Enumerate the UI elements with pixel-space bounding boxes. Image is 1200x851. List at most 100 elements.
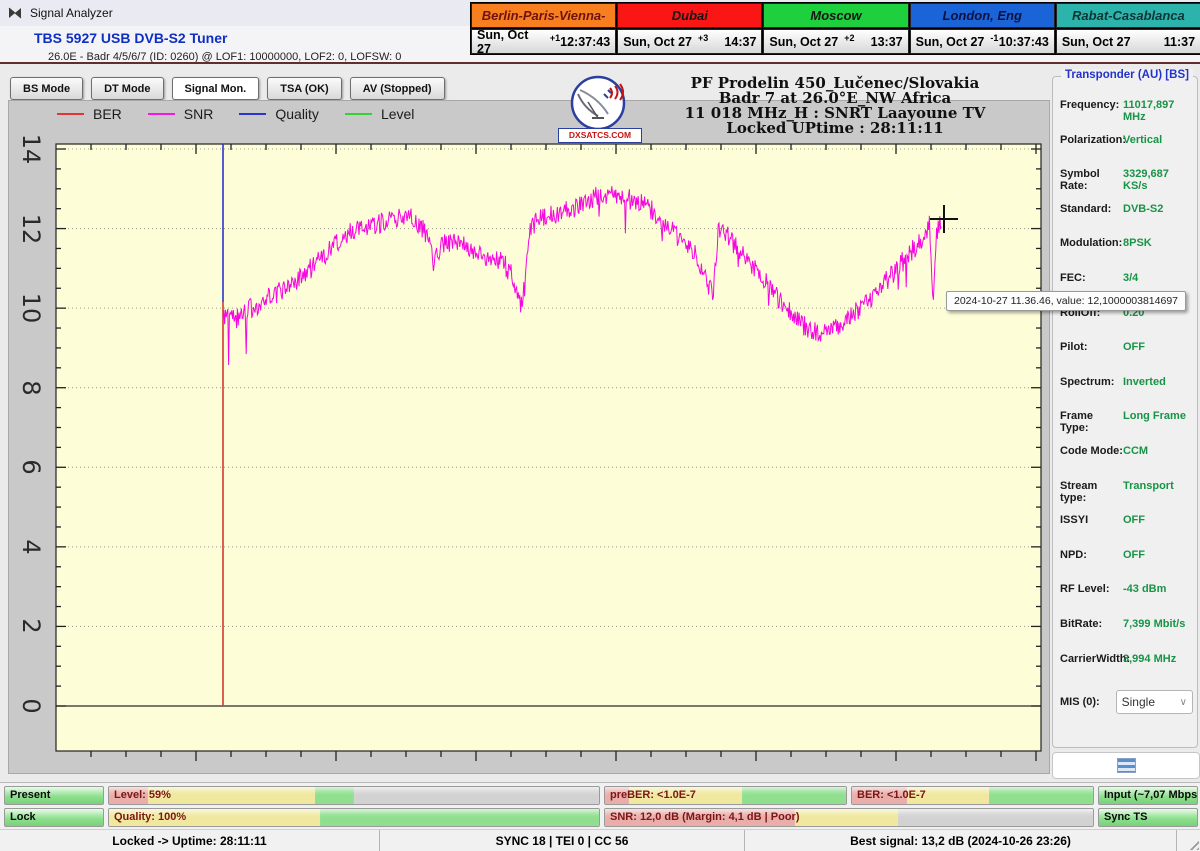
y-axis-tick-label: 6: [16, 451, 46, 483]
status-segment-text: SYNC 18 | TEI 0 | CC 56: [496, 834, 629, 848]
clock-time-cell: Sun, Oct 27 +1 12:37:43: [471, 29, 616, 54]
world-clocks: Berlin-Paris-Vienna-Roma Sun, Oct 27 +1 …: [470, 2, 1200, 55]
tab-button[interactable]: Signal Mon.: [172, 77, 260, 100]
transponder-row: Polarization: Vertical: [1060, 134, 1193, 169]
clock-utc-offset: +1: [550, 33, 560, 43]
meter-bar: BER: <1.0E-7: [851, 786, 1094, 805]
meter-label: preBER: <1.0E-7: [610, 789, 696, 801]
chart-header-line: Locked UPtime : 28:11:11: [610, 121, 1060, 136]
transponder-row-label: Pilot:: [1060, 341, 1123, 353]
transponder-row-label: RF Level:: [1060, 583, 1123, 595]
transponder-panel: Transponder (AU) [BS] Frequency: 11017,8…: [1052, 76, 1198, 748]
meter-label: Quality: 100%: [114, 811, 186, 823]
clock: Rabat-Casablanca Sun, Oct 27 11:37: [1056, 3, 1200, 54]
meter-segment: [320, 809, 599, 826]
dxsatcs-logo-icon: [564, 74, 634, 136]
transponder-row: BitRate: 7,399 Mbit/s: [1060, 618, 1193, 653]
transponder-row: NPD: OFF: [1060, 549, 1193, 584]
chart-tooltip: 2024-10-27 11.36.46, value: 12,100000381…: [946, 291, 1186, 311]
plot-canvas[interactable]: [9, 101, 1049, 773]
meter-label: Level: 59%: [114, 789, 171, 801]
transponder-row: Frame Type: Long Frame: [1060, 410, 1193, 445]
transponder-row-label: Symbol Rate:: [1060, 168, 1123, 192]
y-axis-tick-label: 12: [16, 213, 46, 245]
chart-legend: BER SNR Quality Level: [57, 106, 414, 122]
transponder-row: Standard: DVB-S2: [1060, 203, 1193, 238]
clock: London, Eng Sun, Oct 27 -1 10:37:43: [910, 3, 1055, 54]
transponder-row: RF Level: -43 dBm: [1060, 583, 1193, 618]
transponder-rows: Frequency: 11017,897 MHz Polarization: V…: [1060, 99, 1193, 717]
badge-label: Present: [10, 789, 50, 801]
mode-tabs: BS Mode DT Mode Signal Mon. TSA (OK) AV …: [10, 77, 445, 100]
meter-bar: Level: 59%: [108, 786, 600, 805]
transponder-row: Frequency: 11017,897 MHz: [1060, 99, 1193, 134]
clock-date: Sun, Oct 27: [916, 35, 985, 49]
transponder-row-label: NPD:: [1060, 549, 1123, 561]
clock-date: Sun, Oct 27: [769, 35, 838, 49]
legend-line-swatch: [345, 113, 372, 115]
transponder-row-value: 3/4: [1123, 272, 1193, 284]
clock-utc-offset: +2: [844, 33, 870, 43]
clock-time-cell: Sun, Oct 27 11:37: [1056, 29, 1200, 54]
transponder-row-value: 3,994 MHz: [1123, 653, 1193, 665]
status-badge: Lock: [4, 808, 104, 827]
stream-list-button[interactable]: [1052, 752, 1200, 779]
transponder-row-value: Long Frame: [1123, 410, 1193, 422]
meter-row: Present Level: 59% preBER: <1.0E-7 BER: <1.…: [0, 786, 1198, 805]
mis-label: MIS (0):: [1060, 696, 1116, 708]
meter-bar: Quality: 100%: [108, 808, 600, 827]
tab-button[interactable]: BS Mode: [10, 77, 83, 100]
mis-row: MIS (0): Single ∨: [1060, 687, 1193, 717]
transponder-row: Stream type: Transport: [1060, 480, 1193, 515]
legend-item: BER: [57, 106, 122, 122]
clock-city-label: Dubai: [617, 3, 762, 28]
status-segment: SYNC 18 | TEI 0 | CC 56: [380, 830, 745, 851]
meter-label: BER: <1.0E-7: [857, 789, 926, 801]
transponder-row-label: Frame Type:: [1060, 410, 1123, 434]
clock-time-cell: Sun, Oct 27 +3 14:37: [617, 29, 762, 54]
clock-time-cell: Sun, Oct 27 -1 10:37:43: [910, 29, 1055, 54]
transponder-row-value: DVB-S2: [1123, 203, 1193, 215]
clock: Moscow Sun, Oct 27 +2 13:37: [763, 3, 908, 54]
meter-segment: [989, 787, 1093, 804]
mis-dropdown[interactable]: Single ∨: [1116, 690, 1193, 714]
transponder-row-label: BitRate:: [1060, 618, 1123, 630]
clock-time-value: 11:37: [1164, 35, 1195, 49]
transponder-row-value: -43 dBm: [1123, 583, 1193, 595]
y-axis-tick-label: 2: [16, 610, 46, 642]
transponder-row-value: CCM: [1123, 445, 1193, 457]
legend-item: Quality: [239, 106, 319, 122]
status-segment: Locked -> Uptime: 28:11:11: [0, 830, 380, 851]
legend-label: Level: [381, 106, 414, 122]
transponder-row: ISSYI OFF: [1060, 514, 1193, 549]
y-axis-tick-label: 10: [16, 292, 46, 324]
clock: Berlin-Paris-Vienna-Roma Sun, Oct 27 +1 …: [471, 3, 616, 54]
clock-time-value: 13:37: [871, 35, 903, 49]
chevron-down-icon: ∨: [1180, 697, 1187, 708]
clock-utc-offset: -1: [990, 33, 998, 43]
transponder-row-label: Standard:: [1060, 203, 1123, 215]
legend-label: SNR: [184, 106, 214, 122]
tab-button[interactable]: TSA (OK): [267, 77, 341, 100]
clock: Dubai Sun, Oct 27 +3 14:37: [617, 3, 762, 54]
main-panel: BS Mode DT Mode Signal Mon. TSA (OK) AV …: [0, 64, 1200, 782]
status-segment: Best signal: 13,2 dB (2024-10-26 23:26): [745, 830, 1177, 851]
clock-time-value: 10:37:43: [999, 35, 1049, 49]
tab-button[interactable]: AV (Stopped): [350, 77, 445, 100]
tab-button[interactable]: DT Mode: [91, 77, 163, 100]
badge-label: Lock: [10, 811, 36, 823]
clock-time-cell: Sun, Oct 27 +2 13:37: [763, 29, 908, 54]
meter-segment: [148, 787, 315, 804]
stream-list-icon: [1117, 758, 1136, 773]
transponder-row-value: 7,399 Mbit/s: [1123, 618, 1193, 630]
transponder-row-label: Spectrum:: [1060, 376, 1123, 388]
dxsatcs-logo-text: DXSATCS.COM: [558, 128, 642, 143]
transponder-row-label: CarrierWidth:: [1060, 653, 1123, 665]
signal-chart[interactable]: BER SNR Quality Level 02468101214: [8, 100, 1050, 774]
transponder-row-label: FEC:: [1060, 272, 1123, 284]
legend-line-swatch: [148, 113, 175, 115]
resize-grip[interactable]: [1186, 837, 1199, 850]
transponder-row: Pilot: OFF: [1060, 341, 1193, 376]
transponder-row: Modulation: 8PSK: [1060, 237, 1193, 272]
transponder-row-label: Modulation:: [1060, 237, 1123, 249]
